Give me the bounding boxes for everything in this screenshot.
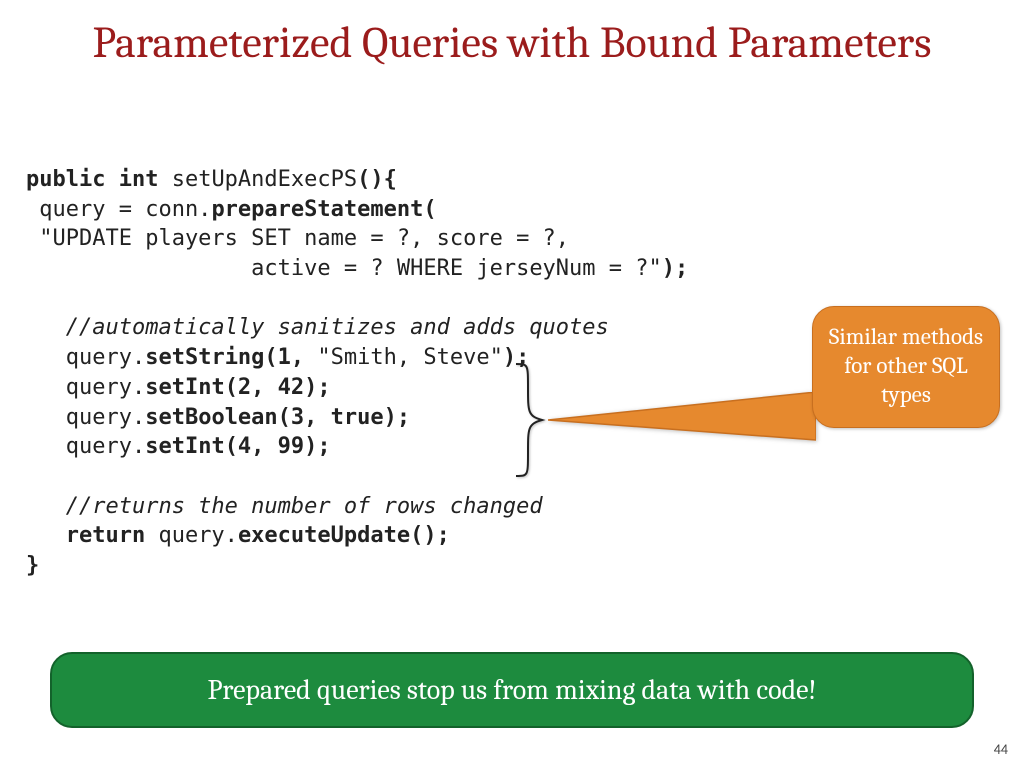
code-text: query. [26, 345, 145, 370]
curly-bracket-icon [510, 360, 550, 480]
code-text: query. [26, 375, 145, 400]
callout-text: Similar methods for other SQL types [812, 306, 1000, 428]
page-number: 44 [994, 741, 1008, 758]
footer-banner: Prepared queries stop us from mixing dat… [50, 652, 974, 728]
code-punc: ); [662, 256, 689, 281]
code-text: query = conn. [26, 197, 211, 222]
code-text: query. [158, 523, 237, 548]
code-comment: //automatically sanitizes and adds quote… [26, 315, 609, 340]
code-method: setInt(4, 99); [145, 434, 330, 459]
code-method: setBoolean(3, true); [145, 405, 410, 430]
code-text: query. [26, 405, 145, 430]
code-punc: (){ [357, 167, 397, 192]
code-block: public int setUpAndExecPS(){ query = con… [26, 165, 688, 581]
code-fn: setUpAndExecPS [172, 167, 357, 192]
slide-title: Parameterized Queries with Bound Paramet… [0, 0, 1024, 69]
slide: Parameterized Queries with Bound Paramet… [0, 0, 1024, 768]
code-method: setString(1, [145, 345, 317, 370]
code-method: prepareStatement( [211, 197, 436, 222]
code-sql: active = ? WHERE jerseyNum = ?" [26, 256, 662, 281]
code-str: "Smith, Steve" [317, 345, 502, 370]
callout-pointer-icon [548, 392, 816, 456]
code-comment: //returns the number of rows changed [26, 494, 543, 519]
code-punc: } [26, 553, 39, 578]
callout-box: Similar methods for other SQL types [812, 306, 1000, 428]
code-method: executeUpdate(); [238, 523, 450, 548]
code-sql: "UPDATE players SET name = ?, score = ?, [26, 226, 569, 251]
code-kw: return [26, 523, 158, 548]
code-kw: public int [26, 167, 172, 192]
code-text: query. [26, 434, 145, 459]
code-method: setInt(2, 42); [145, 375, 330, 400]
